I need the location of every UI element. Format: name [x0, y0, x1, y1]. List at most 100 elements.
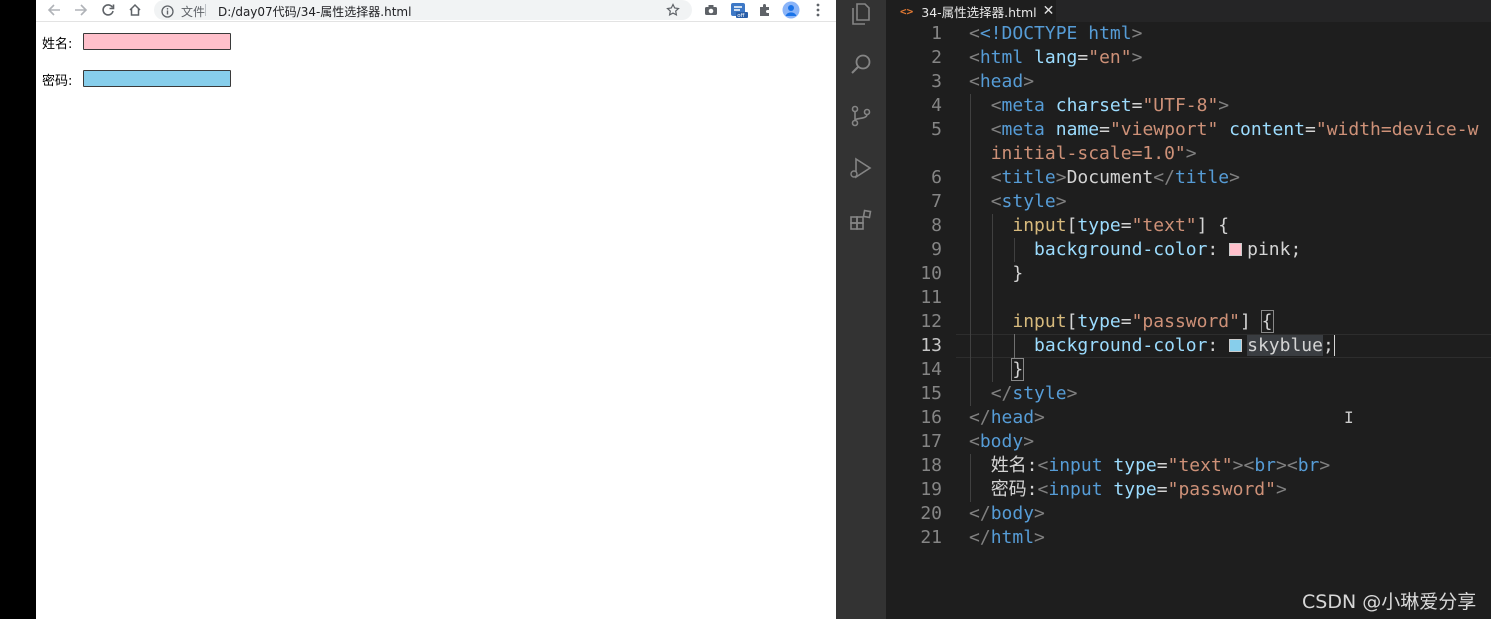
token: body	[979, 431, 1024, 452]
text-cursor-icon: I	[1344, 408, 1354, 427]
token: style	[1001, 191, 1056, 212]
line-code: <meta charset="UTF-8">	[990, 95, 1230, 116]
line-number: 19	[920, 479, 942, 500]
name-label: 姓名:	[42, 37, 73, 52]
activity-bar	[836, 0, 886, 619]
line-number: 17	[920, 431, 942, 452]
badge-off-icon[interactable]: off	[729, 0, 749, 20]
svg-text:off: off	[737, 13, 744, 19]
line-number: 6	[931, 167, 942, 188]
code-line-active: 13 background-color: skyblue;	[886, 334, 1491, 358]
code-line: 17 <body>	[886, 430, 1491, 454]
line-number: 20	[920, 503, 942, 524]
extensions-icon[interactable]	[755, 0, 775, 20]
code-line: 10 }	[886, 262, 1491, 286]
star-icon[interactable]	[666, 2, 680, 21]
line-code: <meta name="viewport" content="width=dev…	[990, 119, 1479, 140]
code-line: 1 <<!DOCTYPE html>	[886, 22, 1491, 46]
page-viewport: 姓名: 密码:	[36, 22, 836, 619]
line-code: </body>	[969, 503, 1045, 524]
token: type	[1113, 479, 1157, 500]
token: type	[1113, 455, 1157, 476]
line-number: 10	[920, 263, 942, 284]
line-number: 7	[931, 191, 942, 212]
address-bar[interactable]: 文件 D:/day07代码/34-属性选择器.html	[154, 0, 692, 20]
token: title	[1174, 167, 1230, 188]
info-icon[interactable]	[161, 3, 174, 22]
token: type	[1077, 311, 1121, 332]
code-line: 12 input[type="password"] {	[886, 310, 1491, 334]
url-text[interactable]: D:/day07代码/34-属性选择器.html	[218, 3, 411, 20]
line-code: }	[1011, 358, 1025, 381]
camera-icon[interactable]	[702, 0, 720, 20]
line-code: initial-scale=1.0">	[990, 143, 1197, 164]
line-number: 4	[931, 95, 942, 116]
tab-title: 34-属性选择器.html	[921, 4, 1037, 20]
token: pink	[1247, 239, 1291, 260]
explorer-icon[interactable]	[847, 0, 875, 28]
token: input	[1048, 479, 1103, 500]
name-text-input[interactable]	[83, 33, 231, 50]
token: background-color	[1034, 335, 1208, 356]
forward-arrow-icon[interactable]	[71, 0, 91, 20]
editor-tab[interactable]: <> 34-属性选择器.html ✕	[886, 0, 1056, 22]
token: meta	[1001, 119, 1045, 140]
code-line: 8 input[type="text"] {	[886, 214, 1491, 238]
reload-icon[interactable]	[98, 0, 118, 20]
line-code: background-color: pink;	[1034, 239, 1302, 260]
line-number: 16	[920, 407, 942, 428]
code-line: initial-scale=1.0">	[886, 142, 1491, 166]
token: skyblue	[1247, 335, 1323, 356]
token: "text"	[1167, 455, 1233, 476]
code-line: 9 background-color: pink;	[886, 238, 1491, 262]
token: "viewport"	[1109, 119, 1219, 140]
code-editor[interactable]: 1 <<!DOCTYPE html> 2 <html lang="en"> 3 <he…	[886, 22, 1491, 619]
token: input	[1012, 311, 1067, 332]
token: "width=device-w	[1315, 119, 1479, 140]
line-code: background-color: skyblue;	[1034, 335, 1335, 356]
line-code: <html lang="en">	[969, 47, 1143, 68]
token: "text"	[1131, 215, 1197, 236]
screen: 文件 D:/day07代码/34-属性选择器.html off 姓名: 密码: …	[0, 0, 1491, 619]
code-line: 6 <title>Document</title>	[886, 166, 1491, 190]
token: initial-scale=1.0"	[990, 143, 1186, 164]
run-debug-icon[interactable]	[847, 154, 875, 182]
code-line: 7 <style>	[886, 190, 1491, 214]
vscode-window: <> 34-属性选择器.html ✕ 1 <<!DOCTYPE html> 2 <h…	[836, 0, 1491, 619]
line-number: 3	[931, 71, 942, 92]
code-line: 11	[886, 286, 1491, 310]
extensions-view-icon[interactable]	[847, 206, 875, 234]
code-line: 14 }	[886, 358, 1491, 382]
html-file-icon: <>	[900, 4, 914, 18]
token: br	[1254, 455, 1277, 476]
token: body	[990, 503, 1035, 524]
token: head	[990, 407, 1035, 428]
code-line: 21 </html>	[886, 526, 1491, 550]
home-icon[interactable]	[125, 0, 145, 20]
password-input[interactable]	[83, 70, 231, 87]
profile-icon[interactable]	[781, 0, 801, 20]
token: background-color	[1034, 239, 1208, 260]
browser-window: 文件 D:/day07代码/34-属性选择器.html off 姓名: 密码:	[36, 0, 836, 619]
code-line: 3 <head>	[886, 70, 1491, 94]
source-control-icon[interactable]	[847, 102, 875, 130]
color-swatch-skyblue[interactable]	[1229, 339, 1243, 352]
line-number: 11	[920, 287, 942, 308]
back-arrow-icon[interactable]	[44, 0, 64, 20]
token: name	[1055, 119, 1100, 140]
close-icon[interactable]: ✕	[1043, 3, 1055, 19]
line-code: <body>	[969, 431, 1035, 452]
code-line: 2 <html lang="en">	[886, 46, 1491, 70]
code-line: 16 </head>	[886, 406, 1491, 430]
search-icon[interactable]	[847, 50, 875, 78]
token: 密码:	[990, 479, 1038, 500]
url-divider	[205, 4, 206, 16]
password-label: 密码:	[42, 74, 73, 89]
kebab-menu-icon[interactable]	[808, 0, 828, 20]
editor-tab-bar: <> 34-属性选择器.html ✕	[886, 0, 1491, 22]
token: style	[1012, 383, 1067, 404]
color-swatch-pink[interactable]	[1229, 243, 1243, 256]
code-line: 15 </style>	[886, 382, 1491, 406]
browser-toolbar: 文件 D:/day07代码/34-属性选择器.html off	[36, 0, 836, 22]
line-number: 5	[931, 119, 942, 140]
